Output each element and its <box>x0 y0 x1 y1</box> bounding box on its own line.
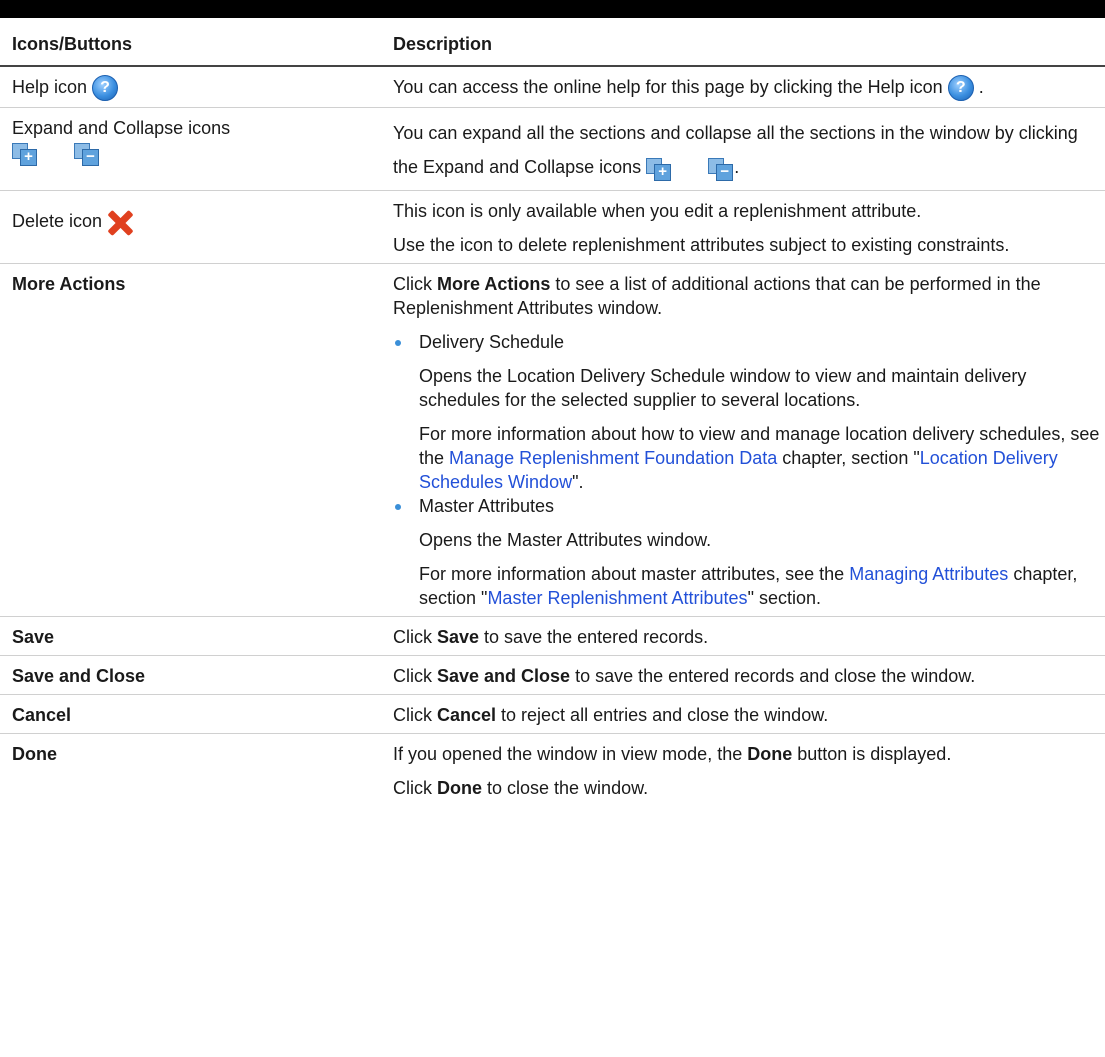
bullet-icon <box>395 340 401 347</box>
expand-icon[interactable]: + <box>646 157 672 181</box>
list-item-title: Master Attributes <box>419 496 555 517</box>
list-item-info: For more information about master attrib… <box>419 564 1078 609</box>
row-desc-done: If you opened the window in view mode, t… <box>393 734 1105 807</box>
top-rule <box>0 0 1105 18</box>
more-actions-list: Delivery Schedule Opens the Location Del… <box>393 330 1101 610</box>
help-label: Help icon <box>12 77 88 97</box>
list-item: Master Attributes Opens the Master Attri… <box>393 494 1101 610</box>
help-icon[interactable]: ? <box>947 75 974 102</box>
more-actions-label: More Actions <box>12 274 126 295</box>
row-desc-delete: This icon is only available when you edi… <box>393 190 1105 265</box>
icons-buttons-table: Icons/Buttons Description Help icon ? Yo… <box>0 24 1105 806</box>
link-manage-replenishment[interactable]: Manage Replenishment Foundation Data <box>449 448 777 468</box>
column-header-description: Description <box>393 24 1105 67</box>
more-actions-intro: Click More Actions to see a list of addi… <box>393 274 1041 319</box>
delete-label: Delete icon <box>12 211 103 232</box>
save-label: Save <box>12 627 55 648</box>
table-row: Save and Close Click Save and Close to s… <box>0 655 1105 696</box>
row-label-more: More Actions <box>0 263 393 618</box>
table-row: Save Click Save to save the entered reco… <box>0 616 1105 657</box>
row-desc-save: Click Save to save the entered records. <box>393 616 1105 657</box>
row-label-save: Save <box>0 616 393 657</box>
help-desc: You can access the online help for this … <box>393 77 943 97</box>
row-label-help: Help icon ? <box>0 66 393 109</box>
row-desc-expand: You can expand all the sections and coll… <box>393 107 1105 192</box>
row-desc-help: You can access the online help for this … <box>393 66 1105 109</box>
expand-label: Expand and Collapse icons <box>12 118 231 139</box>
link-managing-attributes[interactable]: Managing Attributes <box>849 564 1008 584</box>
done-desc-1: If you opened the window in view mode, t… <box>393 744 952 765</box>
table-row: Done If you opened the window in view mo… <box>0 734 1105 807</box>
delete-desc-1: This icon is only available when you edi… <box>393 201 922 222</box>
delete-desc-2: Use the icon to delete replenishment att… <box>393 235 1010 256</box>
row-desc-more: Click More Actions to see a list of addi… <box>393 263 1105 618</box>
cancel-label: Cancel <box>12 705 72 726</box>
table-row: Help icon ? You can access the online he… <box>0 66 1105 109</box>
table-row: Expand and Collapse icons + − You can ex… <box>0 107 1105 192</box>
column-header-icons: Icons/Buttons <box>0 24 393 67</box>
row-desc-save-close: Click Save and Close to save the entered… <box>393 655 1105 696</box>
list-item-desc: Opens the Location Delivery Schedule win… <box>419 366 1027 411</box>
list-item-info: For more information about how to view a… <box>419 424 1100 493</box>
collapse-icon[interactable]: − <box>74 142 100 166</box>
expand-desc-trail: . <box>734 157 740 178</box>
expand-icon[interactable]: + <box>12 142 38 166</box>
row-label-delete: Delete icon <box>0 190 393 265</box>
delete-icon[interactable] <box>107 209 134 236</box>
collapse-icon[interactable]: − <box>708 157 734 181</box>
help-desc-trail: . <box>978 77 984 97</box>
list-item-desc: Opens the Master Attributes window. <box>419 530 712 551</box>
help-icon[interactable]: ? <box>92 75 119 102</box>
list-item: Delivery Schedule Opens the Location Del… <box>393 330 1101 494</box>
done-desc-2: Click Done to close the window. <box>393 778 649 799</box>
row-label-save-close: Save and Close <box>0 655 393 696</box>
table-row: More Actions Click More Actions to see a… <box>0 263 1105 618</box>
link-master-attributes[interactable]: Master Replenishment Attributes <box>487 588 747 608</box>
bullet-icon <box>395 504 401 511</box>
row-label-cancel: Cancel <box>0 694 393 735</box>
table-row: Delete icon This icon is only available … <box>0 190 1105 265</box>
done-label: Done <box>12 744 57 765</box>
row-label-expand: Expand and Collapse icons + − <box>0 107 393 192</box>
save-close-label: Save and Close <box>12 666 146 687</box>
row-desc-cancel: Click Cancel to reject all entries and c… <box>393 694 1105 735</box>
row-label-done: Done <box>0 734 393 807</box>
table-row: Cancel Click Cancel to reject all entrie… <box>0 694 1105 735</box>
list-item-title: Delivery Schedule <box>419 332 565 353</box>
table-header-row: Icons/Buttons Description <box>0 24 1105 67</box>
